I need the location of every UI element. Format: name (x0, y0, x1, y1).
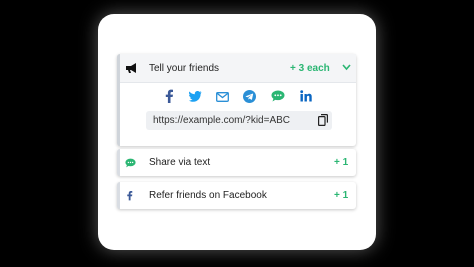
copy-icon[interactable] (318, 114, 328, 126)
share-via-text-label: Share via text (149, 157, 211, 168)
refer-facebook-option[interactable]: Refer friends on Facebook + 1 (117, 182, 356, 209)
tell-friends-header[interactable]: Tell your friends + 3 each (120, 54, 356, 83)
message-icon (125, 158, 136, 168)
share-via-text-option[interactable]: Share via text + 1 (117, 149, 356, 176)
refer-facebook-label: Refer friends on Facebook (149, 190, 267, 201)
facebook-icon (126, 190, 133, 201)
tell-friends-title: Tell your friends (149, 63, 220, 74)
telegram-icon[interactable] (243, 90, 256, 103)
message-icon[interactable] (271, 90, 285, 102)
megaphone-icon (125, 62, 138, 74)
tell-friends-panel: Tell your friends + 3 each https://examp… (117, 54, 356, 146)
referral-url-text: https://example.com/?kid=ABC (153, 115, 291, 126)
facebook-icon[interactable] (164, 89, 174, 103)
chevron-down-icon[interactable] (342, 64, 351, 71)
twitter-icon[interactable] (189, 91, 202, 102)
tell-friends-count: + 3 each (290, 63, 330, 74)
referral-url-field[interactable]: https://example.com/?kid=ABC (146, 111, 332, 130)
email-icon[interactable] (216, 92, 229, 102)
share-via-text-count: + 1 (334, 157, 349, 168)
refer-facebook-count: + 1 (334, 190, 349, 201)
linkedin-icon[interactable] (300, 90, 312, 102)
